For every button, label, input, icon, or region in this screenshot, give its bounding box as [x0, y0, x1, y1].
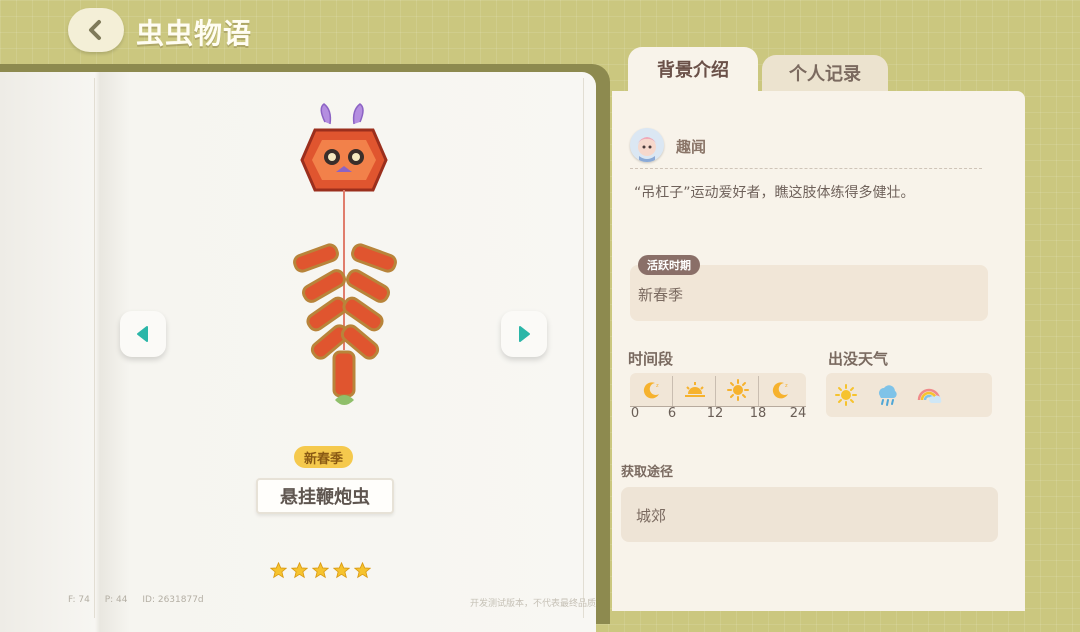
- build-id: ID: 2631877d: [142, 595, 204, 605]
- svg-text:z: z: [785, 383, 788, 389]
- character-portrait-icon: [630, 128, 664, 162]
- test-version-note: 开发测试版本，不代表最终品质: [470, 599, 597, 609]
- firecracker-bug-illustration: [293, 103, 397, 405]
- debug-info: F: 74 P: 44 ID: 2631877d: [68, 595, 216, 605]
- sunrise-icon: [684, 382, 705, 397]
- active-period-value: 新春季: [638, 286, 684, 304]
- svg-text:z: z: [656, 383, 659, 389]
- season-badge: 新春季: [294, 446, 353, 468]
- moon-icon: z: [643, 382, 659, 399]
- sun-icon: [726, 379, 749, 401]
- star-icon: [270, 562, 287, 579]
- back-button[interactable]: [68, 8, 124, 52]
- active-period-label: 活跃时期: [638, 255, 700, 275]
- star-icon: [354, 562, 371, 579]
- time-period-label: 时间段: [628, 350, 674, 368]
- star-icon: [333, 562, 350, 579]
- star-icon: [312, 562, 329, 579]
- time-slot-morning: [673, 376, 716, 404]
- time-tick: 24: [789, 406, 807, 421]
- trivia-text: “吊杠子”运动爱好者，瞧这肢体练得多健壮。: [634, 185, 915, 201]
- page-title: 虫虫物语: [136, 17, 253, 50]
- bug-name: 悬挂鞭炮虫: [256, 478, 394, 514]
- fps-readout: F: 74: [68, 595, 90, 605]
- weather-label: 出没天气: [828, 350, 889, 368]
- trivia-label: 趣闻: [676, 138, 707, 156]
- prev-bug-button[interactable]: [120, 311, 166, 357]
- time-tick: 6: [667, 406, 677, 421]
- divider: [630, 168, 982, 169]
- avatar: [630, 128, 664, 162]
- rain-icon: [879, 385, 897, 406]
- sunny-icon: [835, 384, 857, 406]
- time-tick: 12: [706, 406, 724, 421]
- time-slot-night: z: [630, 376, 673, 404]
- next-bug-button[interactable]: [501, 311, 547, 357]
- time-tick: 0: [630, 406, 640, 421]
- time-slot-day: [716, 376, 759, 404]
- chevron-left-icon: [89, 20, 101, 40]
- rarity-stars: [270, 562, 371, 579]
- star-icon: [291, 562, 308, 579]
- tab-background[interactable]: 背景介绍: [628, 47, 758, 91]
- acquire-value: 城郊: [636, 507, 667, 525]
- rainbow-icon: [917, 388, 942, 403]
- moon-icon: z: [772, 382, 788, 399]
- acquire-card: [621, 487, 998, 542]
- time-tick: 18: [749, 406, 767, 421]
- tab-personal-record[interactable]: 个人记录: [762, 55, 888, 91]
- ping-readout: P: 44: [104, 595, 128, 605]
- triangle-left-icon: [137, 326, 148, 342]
- time-slot-evening: z: [759, 376, 802, 404]
- acquire-label: 获取途径: [621, 465, 674, 480]
- triangle-right-icon: [519, 326, 530, 342]
